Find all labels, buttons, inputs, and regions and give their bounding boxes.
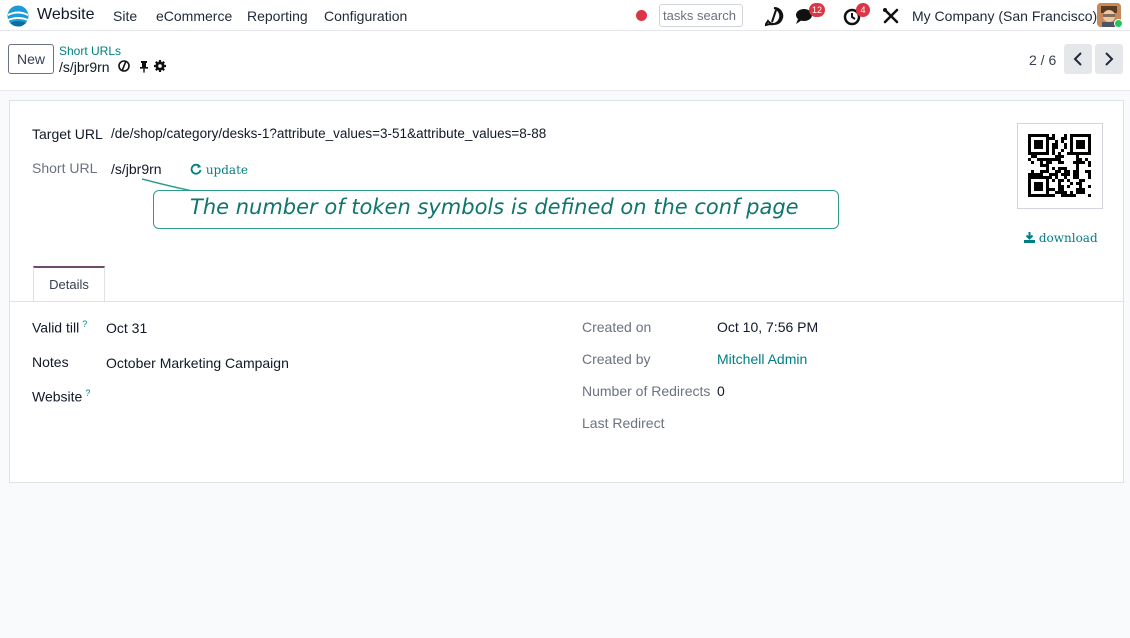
target-url-label: Target URL: [32, 126, 103, 142]
tab-divider: [10, 301, 1123, 302]
gear-icon[interactable]: [153, 59, 167, 73]
update-link[interactable]: update: [190, 163, 248, 177]
created-by-link[interactable]: Mitchell Admin: [717, 351, 807, 367]
activities-badge: 4: [856, 3, 870, 17]
recording-indicator: [636, 10, 647, 21]
company-switcher[interactable]: My Company (San Francisco): [912, 8, 1097, 24]
created-by-label: Created by: [582, 351, 651, 367]
valid-till-field[interactable]: Oct 31: [106, 320, 147, 336]
next-record-button[interactable]: [1095, 44, 1123, 74]
last-redirect-label: Last Redirect: [582, 415, 665, 431]
record-name: /s/jbr9rn: [59, 59, 110, 75]
target-url-field[interactable]: /de/shop/category/desks-1?attribute_valu…: [111, 126, 546, 141]
new-button[interactable]: New: [8, 44, 54, 74]
menu-site[interactable]: Site: [113, 8, 137, 24]
online-status-indicator: [1114, 19, 1123, 28]
short-url-label: Short URL: [32, 160, 98, 176]
help-tooltip-icon[interactable]: ?: [82, 319, 87, 329]
short-url-value: /s/jbr9rn: [111, 161, 162, 177]
messages-badge: 12: [809, 3, 826, 17]
website-field[interactable]: [106, 388, 506, 406]
update-label: update: [205, 163, 248, 177]
chevron-right-icon: [1105, 52, 1114, 66]
download-label: download: [1038, 231, 1098, 245]
refresh-icon: [190, 163, 202, 175]
tools-icon[interactable]: [880, 5, 902, 27]
website-label: Website?: [32, 388, 91, 405]
form-sheet: Target URL /de/shop/category/desks-1?att…: [9, 100, 1124, 483]
tab-details[interactable]: Details: [33, 266, 105, 302]
app-name[interactable]: Website: [37, 6, 95, 24]
created-on-value: Oct 10, 7:56 PM: [717, 319, 819, 335]
activity-icon[interactable]: [763, 5, 785, 27]
menu-configuration[interactable]: Configuration: [324, 8, 407, 24]
menu-reporting[interactable]: Reporting: [247, 8, 308, 24]
chevron-left-icon: [1073, 52, 1082, 66]
previous-record-button[interactable]: [1064, 44, 1092, 74]
redirects-value: 0: [717, 383, 725, 399]
pin-icon[interactable]: [137, 59, 151, 73]
valid-till-label: Valid till?: [32, 319, 88, 336]
activity-icon[interactable]: [117, 59, 131, 73]
breadcrumb-short-urls[interactable]: Short URLs: [59, 44, 121, 58]
download-icon: [1024, 232, 1035, 243]
top-navbar: Website Site eCommerce Reporting Configu…: [0, 0, 1130, 31]
notes-label: Notes: [32, 354, 69, 370]
control-panel: New Short URLs /s/jbr9rn 2 / 6: [0, 31, 1130, 91]
website-app-icon[interactable]: [7, 5, 29, 27]
qr-code-image: [1028, 134, 1091, 197]
annotation-callout: The number of token symbols is defined o…: [153, 190, 839, 229]
tasks-search-input[interactable]: tasks search: [659, 4, 743, 27]
redirects-label: Number of Redirects: [582, 383, 711, 399]
pager-counter[interactable]: 2 / 6: [1029, 52, 1056, 68]
created-on-label: Created on: [582, 319, 652, 335]
download-link[interactable]: download: [1024, 231, 1098, 245]
menu-ecommerce[interactable]: eCommerce: [156, 8, 232, 24]
qr-code: [1017, 123, 1103, 209]
notes-field[interactable]: October Marketing Campaign: [106, 355, 289, 371]
help-tooltip-icon[interactable]: ?: [85, 388, 90, 398]
